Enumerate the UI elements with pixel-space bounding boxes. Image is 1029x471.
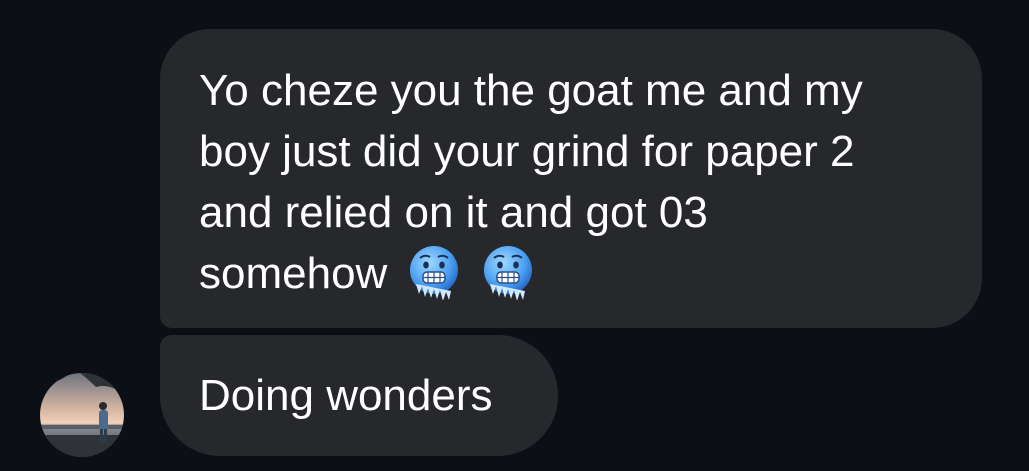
message-text-fragment: somehow	[199, 249, 388, 298]
message-bubble[interactable]: Yo cheze you the goat me and my boy just…	[160, 29, 982, 328]
message-text-line: Yo cheze you the goat me and my	[199, 66, 863, 115]
message-text-line: boy just did your grind for paper 2	[199, 127, 855, 176]
avatar[interactable]	[40, 373, 124, 457]
cold-face-emoji-icon	[406, 244, 462, 300]
message-text-line: and relied on it and got 03	[199, 188, 708, 237]
message-bubble[interactable]: Doing wonders	[160, 335, 558, 456]
message-text-line-with-emoji: somehow	[199, 243, 962, 304]
message-thread: Yo cheze you the goat me and my boy just…	[0, 0, 1029, 471]
message-text-line: Doing wonders	[199, 371, 493, 420]
profile-photo-icon	[40, 373, 124, 457]
cold-face-emoji-icon	[480, 244, 536, 300]
